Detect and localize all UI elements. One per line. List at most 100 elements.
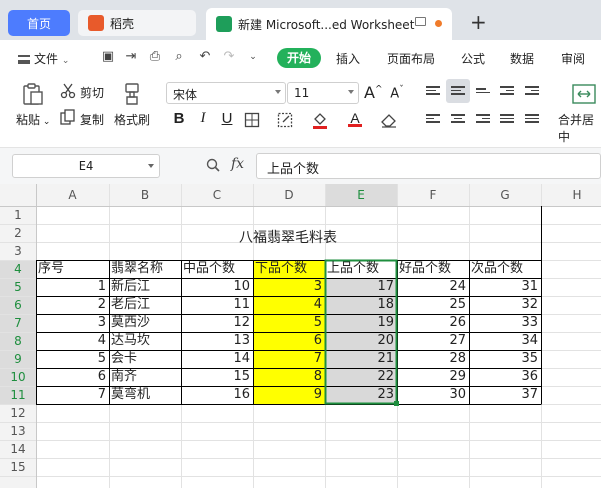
header-cell[interactable]: 翡翠名称 <box>109 260 181 278</box>
function-icon[interactable]: fx <box>231 156 244 172</box>
data-cell[interactable]: 25 <box>397 296 469 314</box>
cut-button[interactable]: 剪切 <box>80 84 104 101</box>
data-cell[interactable]: 27 <box>397 332 469 350</box>
row-header-13[interactable]: 13 <box>0 422 36 440</box>
align-right-icon[interactable] <box>476 114 490 126</box>
data-cell[interactable]: 6 <box>36 368 109 386</box>
save-icon[interactable]: ▣ <box>101 50 115 64</box>
ribbon-tab-review[interactable]: 审阅 <box>561 50 585 67</box>
italic-button[interactable]: I <box>194 110 212 127</box>
spreadsheet-grid[interactable]: ABCDEFGH 1 2 3 4 5 6 7 8 9 10 11 12 13 14 15 八福翡翠毛料表 序… <box>0 184 601 488</box>
data-cell[interactable]: 8 <box>253 368 325 386</box>
tab-worksheet[interactable]: 新建 Microsoft...ed Worksheet <box>206 8 452 40</box>
font-color-icon[interactable]: A <box>348 110 362 127</box>
data-cell[interactable]: 35 <box>469 350 541 368</box>
data-cell[interactable]: 19 <box>325 314 397 332</box>
column-header-e[interactable]: E <box>325 184 397 206</box>
formula-input[interactable]: 上品个数 <box>256 153 601 179</box>
data-cell[interactable]: 莫西沙 <box>109 314 181 332</box>
row-header-15[interactable]: 15 <box>0 458 36 476</box>
format-painter-button[interactable]: 格式刷 <box>114 111 150 128</box>
data-cell[interactable]: 22 <box>325 368 397 386</box>
data-cell[interactable]: 13 <box>181 332 253 350</box>
data-cell[interactable]: 34 <box>469 332 541 350</box>
data-cell[interactable]: 莫弯机 <box>109 386 181 404</box>
data-cell[interactable]: 5 <box>36 350 109 368</box>
merge-center-button[interactable]: 合并居中 <box>558 111 601 145</box>
column-header-f[interactable]: F <box>397 184 469 206</box>
data-cell[interactable]: 18 <box>325 296 397 314</box>
print-preview-icon[interactable]: ⌕ <box>172 50 186 64</box>
data-cell[interactable]: 14 <box>181 350 253 368</box>
data-cell[interactable]: 4 <box>36 332 109 350</box>
header-cell[interactable]: 好品个数 <box>397 260 469 278</box>
data-cell[interactable]: 31 <box>469 278 541 296</box>
ribbon-tab-formula[interactable]: 公式 <box>461 50 485 67</box>
data-cell[interactable]: 36 <box>469 368 541 386</box>
print-icon[interactable]: ⎙ <box>148 50 162 64</box>
row-header-14[interactable]: 14 <box>0 440 36 458</box>
row-header-7[interactable]: 7 <box>0 314 36 332</box>
format-painter-icon[interactable] <box>120 82 144 106</box>
data-cell[interactable]: 20 <box>325 332 397 350</box>
data-cell[interactable]: 3 <box>36 314 109 332</box>
data-cell[interactable]: 33 <box>469 314 541 332</box>
data-cell[interactable]: 17 <box>325 278 397 296</box>
export-icon[interactable]: ⇥ <box>124 50 138 64</box>
ribbon-tab-insert[interactable]: 插入 <box>336 50 360 67</box>
distributed-icon[interactable] <box>525 114 539 126</box>
data-cell[interactable]: 11 <box>181 296 253 314</box>
undo-icon[interactable]: ↶ <box>198 50 212 64</box>
header-cell[interactable]: 上品个数 <box>325 260 397 278</box>
column-header-d[interactable]: D <box>253 184 325 206</box>
data-cell[interactable]: 2 <box>36 296 109 314</box>
data-cell[interactable]: 新后江 <box>109 278 181 296</box>
data-cell[interactable]: 23 <box>325 386 397 404</box>
header-cell[interactable]: 次品个数 <box>469 260 541 278</box>
data-cell[interactable]: 30 <box>397 386 469 404</box>
ribbon-tab-start[interactable]: 开始 <box>277 48 321 68</box>
row-header-2[interactable]: 2 <box>0 224 36 242</box>
font-size-select[interactable]: 11 <box>287 82 359 104</box>
data-cell[interactable]: 5 <box>253 314 325 332</box>
row-header-9[interactable]: 9 <box>0 350 36 368</box>
data-cell[interactable]: 37 <box>469 386 541 404</box>
align-left-icon[interactable] <box>426 114 440 126</box>
data-cell[interactable]: 10 <box>181 278 253 296</box>
data-cell[interactable]: 6 <box>253 332 325 350</box>
data-cell[interactable]: 32 <box>469 296 541 314</box>
row-header-6[interactable]: 6 <box>0 296 36 314</box>
align-bottom-icon[interactable] <box>476 88 490 100</box>
border-icon[interactable] <box>244 112 260 128</box>
data-cell[interactable]: 7 <box>36 386 109 404</box>
header-cell[interactable]: 下品个数 <box>253 260 325 278</box>
header-cell[interactable]: 序号 <box>36 260 109 278</box>
tab-daoke[interactable]: 稻壳 <box>78 10 196 36</box>
data-cell[interactable]: 达马坎 <box>109 332 181 350</box>
zoom-icon[interactable] <box>206 158 220 172</box>
data-cell[interactable]: 9 <box>253 386 325 404</box>
align-center-icon[interactable] <box>451 114 465 126</box>
bold-button[interactable]: B <box>170 110 188 127</box>
align-top-icon[interactable] <box>426 86 440 98</box>
row-header-8[interactable]: 8 <box>0 332 36 350</box>
row-header-3[interactable]: 3 <box>0 242 36 260</box>
data-cell[interactable]: 24 <box>397 278 469 296</box>
copy-button[interactable]: 复制 <box>80 111 104 128</box>
decrease-indent-icon[interactable] <box>500 86 514 98</box>
justify-icon[interactable] <box>500 114 514 126</box>
row-header-10[interactable]: 10 <box>0 368 36 386</box>
data-cell[interactable]: 29 <box>397 368 469 386</box>
clear-icon[interactable] <box>380 112 398 128</box>
data-cell[interactable]: 1 <box>36 278 109 296</box>
row-header-11[interactable]: 11 <box>0 386 36 404</box>
underline-button[interactable]: U <box>218 110 236 127</box>
data-cell[interactable]: 21 <box>325 350 397 368</box>
tab-home[interactable]: 首页 <box>8 10 70 36</box>
name-box[interactable]: E4 <box>12 154 160 178</box>
file-menu[interactable]: 文件 ⌄ <box>18 50 69 67</box>
merge-center-icon[interactable] <box>572 84 596 104</box>
data-cell[interactable]: 老后江 <box>109 296 181 314</box>
data-cell[interactable]: 3 <box>253 278 325 296</box>
increase-indent-icon[interactable] <box>525 86 539 98</box>
